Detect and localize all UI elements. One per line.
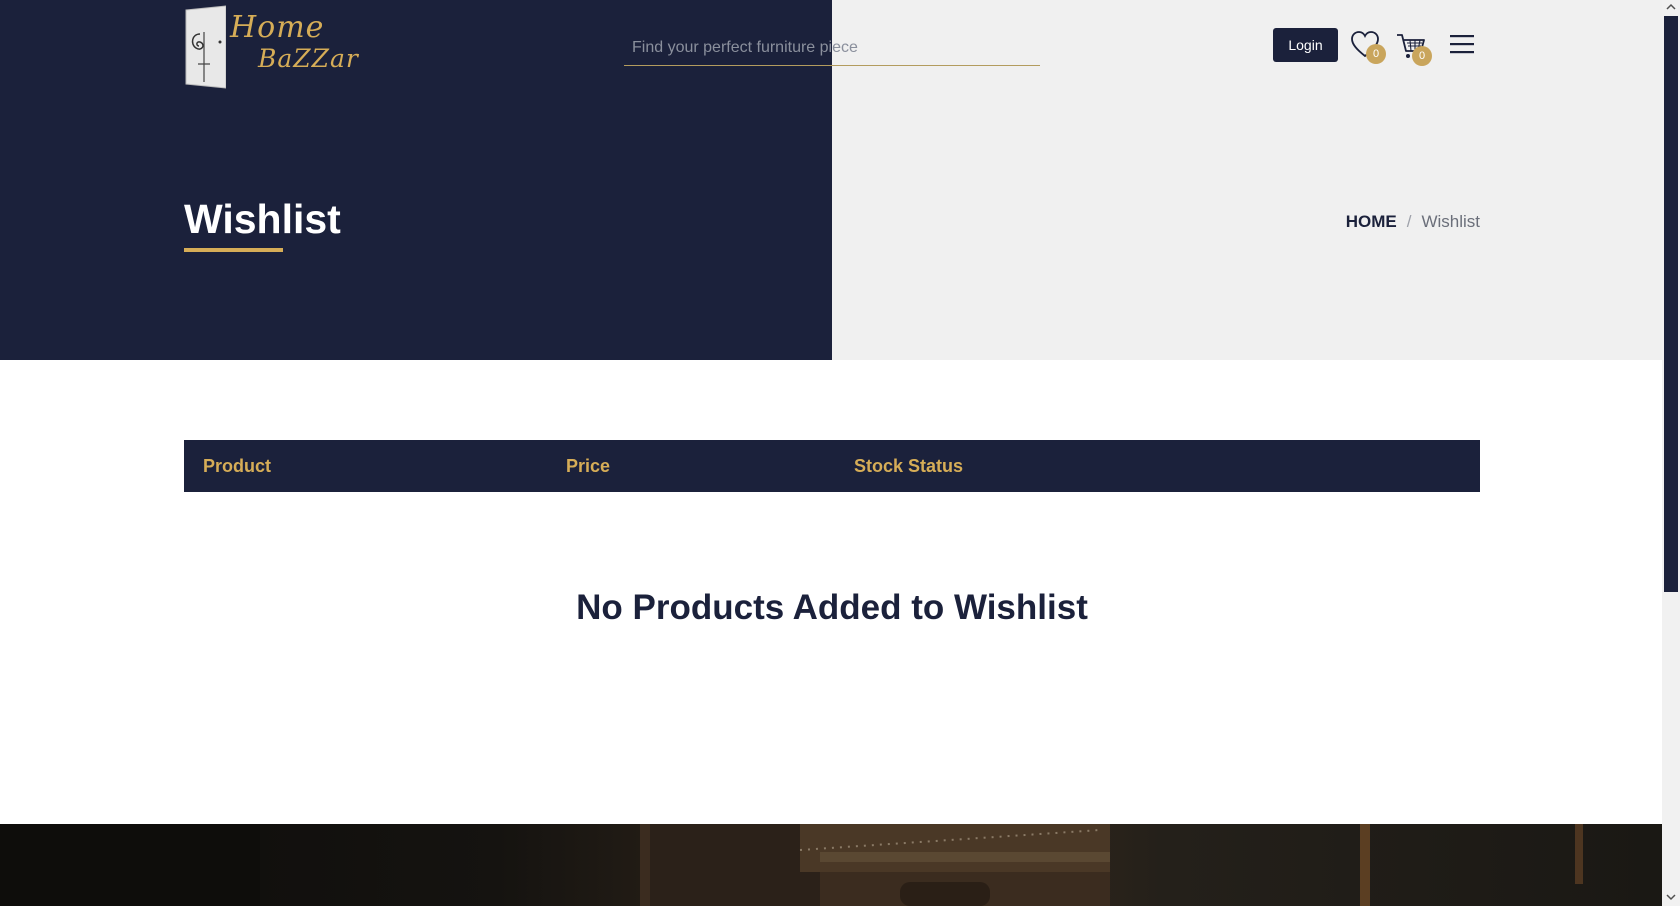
page-title: Wishlist — [184, 196, 341, 242]
wishlist-count-badge: 0 — [1366, 44, 1386, 64]
wishlist-button[interactable]: 0 — [1348, 24, 1388, 64]
footer-background-image — [0, 824, 1662, 906]
logo[interactable]: Home BaZZar — [184, 4, 359, 92]
scroll-up-arrow-icon[interactable] — [1666, 2, 1676, 12]
login-button[interactable]: Login — [1273, 28, 1338, 62]
column-header-stock-status: Stock Status — [854, 456, 964, 476]
breadcrumb-home-link[interactable]: HOME — [1346, 212, 1397, 231]
cart-count-badge: 0 — [1412, 46, 1432, 66]
logo-text-home: Home — [230, 10, 325, 45]
scroll-down-arrow-icon[interactable] — [1666, 892, 1676, 902]
logo-door-icon — [185, 5, 226, 89]
search-input[interactable] — [624, 30, 1040, 66]
title-underline — [184, 248, 283, 252]
breadcrumb-separator: / — [1406, 212, 1412, 231]
column-header-product: Product — [203, 456, 272, 476]
logo-text-bazzar: BaZZar — [258, 44, 359, 73]
hamburger-menu-icon[interactable] — [1450, 32, 1474, 56]
wishlist-table-header: Product Price Stock Status — [184, 440, 1480, 492]
breadcrumb: HOME / Wishlist — [1346, 212, 1480, 232]
empty-wishlist-message: No Products Added to Wishlist — [576, 588, 1088, 627]
column-header-price: Price — [566, 456, 611, 476]
cart-button[interactable]: 0 — [1394, 24, 1434, 66]
page-scrollbar[interactable] — [1662, 0, 1680, 906]
footer-furniture-image — [0, 824, 1583, 906]
scrollbar-thumb[interactable] — [1664, 16, 1678, 592]
breadcrumb-current: Wishlist — [1421, 212, 1480, 231]
